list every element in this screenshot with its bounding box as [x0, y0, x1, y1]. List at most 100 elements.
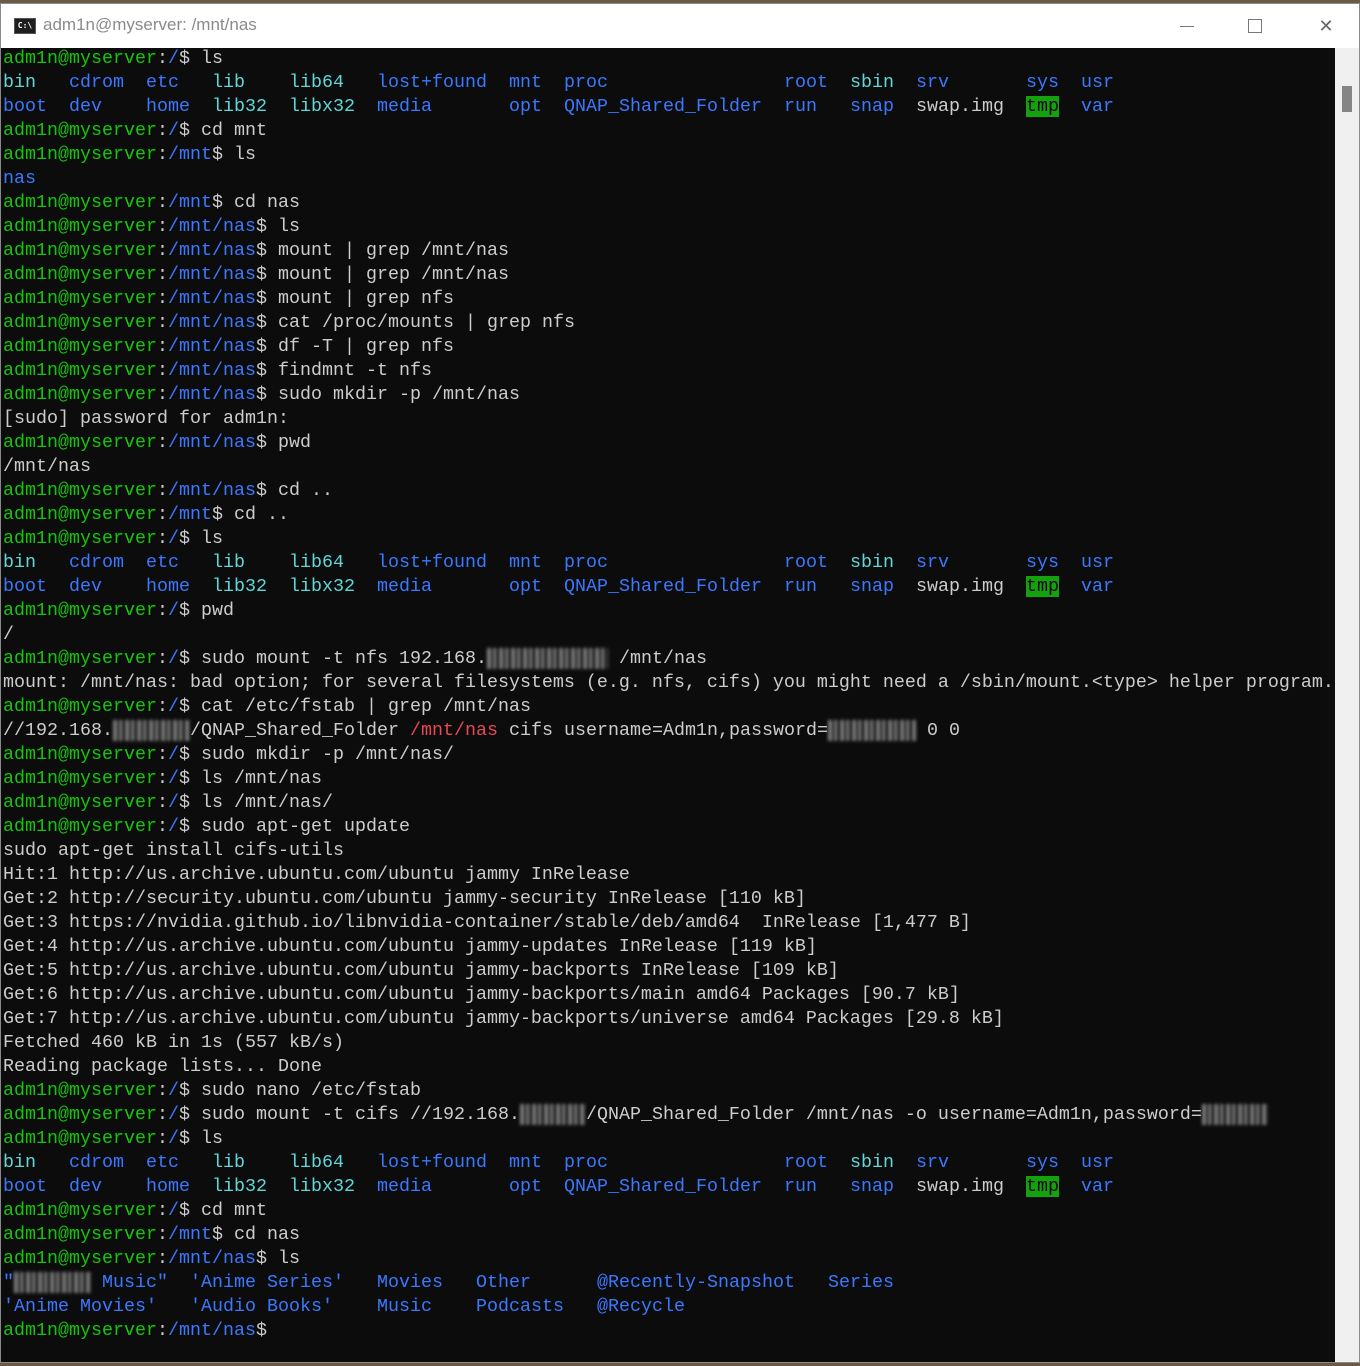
prompt-separator: :: [156, 288, 168, 309]
prompt-path: /: [167, 744, 179, 765]
output-text: media: [377, 576, 509, 597]
prompt-separator: :: [156, 792, 168, 813]
prompt-user: adm1n@myserver: [3, 360, 157, 381]
output-text: Hit:1 http://us.archive.ubuntu.com/ubunt…: [3, 864, 630, 885]
scrollbar[interactable]: [1335, 48, 1359, 1362]
output-text: lib32: [212, 576, 289, 597]
output-text: bin: [3, 552, 69, 573]
output-text: tmp: [1025, 96, 1059, 117]
prompt-separator: :: [156, 360, 168, 381]
output-text: var: [1080, 576, 1114, 597]
prompt-user: adm1n@myserver: [3, 1200, 157, 1221]
output-text: mnt: [508, 552, 564, 573]
output-text: etc: [146, 72, 212, 93]
prompt-symbol: $: [255, 480, 278, 501]
prompt-separator: :: [156, 480, 168, 501]
prompt-path: /mnt/nas: [167, 1248, 256, 1269]
prompt-separator: :: [156, 192, 168, 213]
prompt-path: /mnt/nas: [167, 336, 256, 357]
command-text: ls: [277, 1248, 300, 1269]
prompt-separator: :: [156, 264, 168, 285]
output-text: sudo apt-get install cifs-utils: [3, 840, 344, 861]
output-text: lib: [212, 552, 289, 573]
prompt-user: adm1n@myserver: [3, 432, 157, 453]
output-text: sbin: [849, 72, 916, 93]
prompt-line: adm1n@myserver:/$ ls: [3, 528, 1335, 552]
output-text: sbin: [849, 552, 916, 573]
output-line: Get:7 http://us.archive.ubuntu.com/ubunt…: [3, 1008, 1335, 1032]
prompt-separator: :: [156, 696, 168, 717]
prompt-user: adm1n@myserver: [3, 264, 157, 285]
output-text: lost+found: [377, 1152, 509, 1173]
command-text: /mnt/nas: [607, 648, 707, 669]
output-text: root: [783, 72, 850, 93]
output-text: root: [783, 552, 850, 573]
prompt-separator: :: [156, 336, 168, 357]
output-text: opt: [508, 576, 564, 597]
maximize-button[interactable]: [1225, 4, 1285, 48]
redacted-text: [14, 1272, 91, 1293]
prompt-path: /mnt/nas: [167, 240, 256, 261]
prompt-symbol: $: [178, 1080, 201, 1101]
prompt-line: adm1n@myserver:/mnt$ cd nas: [3, 192, 1335, 216]
output-text: cdrom: [69, 552, 146, 573]
output-text: lost+found: [377, 552, 509, 573]
output-text: lib32: [212, 1176, 289, 1197]
command-text: ls: [277, 216, 300, 237]
prompt-path: /: [167, 648, 179, 669]
output-text: swap.img: [915, 96, 1026, 117]
prompt-path: /mnt/nas: [167, 384, 256, 405]
prompt-user: adm1n@myserver: [3, 504, 157, 525]
output-text: Podcasts: [475, 1296, 597, 1317]
prompt-separator: :: [156, 1200, 168, 1221]
title-bar[interactable]: C:\ adm1n@myserver: /mnt/nas ✕: [1, 4, 1359, 48]
output-line: //192.168. /QNAP_Shared_Folder /mnt/nas …: [3, 720, 1335, 744]
scrollbar-thumb[interactable]: [1342, 86, 1352, 112]
output-text: proc: [563, 72, 784, 93]
prompt-symbol: $: [178, 120, 201, 141]
command-text: sudo mount -t cifs //192.168.: [200, 1104, 520, 1125]
prompt-user: adm1n@myserver: [3, 816, 157, 837]
prompt-line: adm1n@myserver:/$ sudo nano /etc/fstab: [3, 1080, 1335, 1104]
prompt-line: adm1n@myserver:/mnt/nas$ df -T | grep nf…: [3, 336, 1335, 360]
minimize-button[interactable]: [1157, 4, 1217, 48]
prompt-separator: :: [156, 1128, 168, 1149]
output-text: Get:6 http://us.archive.ubuntu.com/ubunt…: [3, 984, 960, 1005]
prompt-line: adm1n@myserver:/mnt/nas$ pwd: [3, 432, 1335, 456]
prompt-path: /: [167, 1200, 179, 1221]
output-line: bin cdrom etc lib lib64 lost+found mnt p…: [3, 72, 1335, 96]
output-text: etc: [146, 1152, 212, 1173]
prompt-symbol: $: [178, 696, 201, 717]
prompt-line: adm1n@myserver:/$ cd mnt: [3, 1200, 1335, 1224]
output-line: Get:6 http://us.archive.ubuntu.com/ubunt…: [3, 984, 1335, 1008]
output-text: tmp: [1025, 576, 1059, 597]
terminal-output[interactable]: adm1n@myserver:/$ ls bin cdrom etc lib li…: [3, 48, 1335, 1362]
prompt-symbol: $: [211, 192, 234, 213]
output-text: etc: [146, 552, 212, 573]
output-line: Hit:1 http://us.archive.ubuntu.com/ubunt…: [3, 864, 1335, 888]
output-text: swap.img: [915, 576, 1026, 597]
output-line: boot dev home lib32 libx32 media opt QNA…: [3, 576, 1335, 600]
prompt-line: adm1n@myserver:/mnt/nas$: [3, 1320, 1335, 1344]
output-text: sys: [1025, 72, 1081, 93]
prompt-user: adm1n@myserver: [3, 528, 157, 549]
output-line: nas: [3, 168, 1335, 192]
prompt-path: /: [167, 768, 179, 789]
output-text: Reading package lists... Done: [3, 1056, 322, 1077]
command-text: mount | grep nfs: [277, 288, 454, 309]
prompt-symbol: $: [178, 1128, 201, 1149]
output-text: libx32: [289, 96, 377, 117]
prompt-user: adm1n@myserver: [3, 1248, 157, 1269]
output-text: run: [783, 96, 850, 117]
prompt-user: adm1n@myserver: [3, 1320, 157, 1341]
prompt-path: /: [167, 120, 179, 141]
maximize-icon: [1248, 19, 1262, 33]
output-text: libx32: [289, 576, 377, 597]
close-button[interactable]: ✕: [1296, 4, 1356, 48]
output-text: /: [3, 624, 14, 645]
prompt-user: adm1n@myserver: [3, 240, 157, 261]
command-text: ls /mnt/nas: [200, 768, 322, 789]
command-text: pwd: [200, 600, 234, 621]
prompt-symbol: $: [255, 264, 278, 285]
